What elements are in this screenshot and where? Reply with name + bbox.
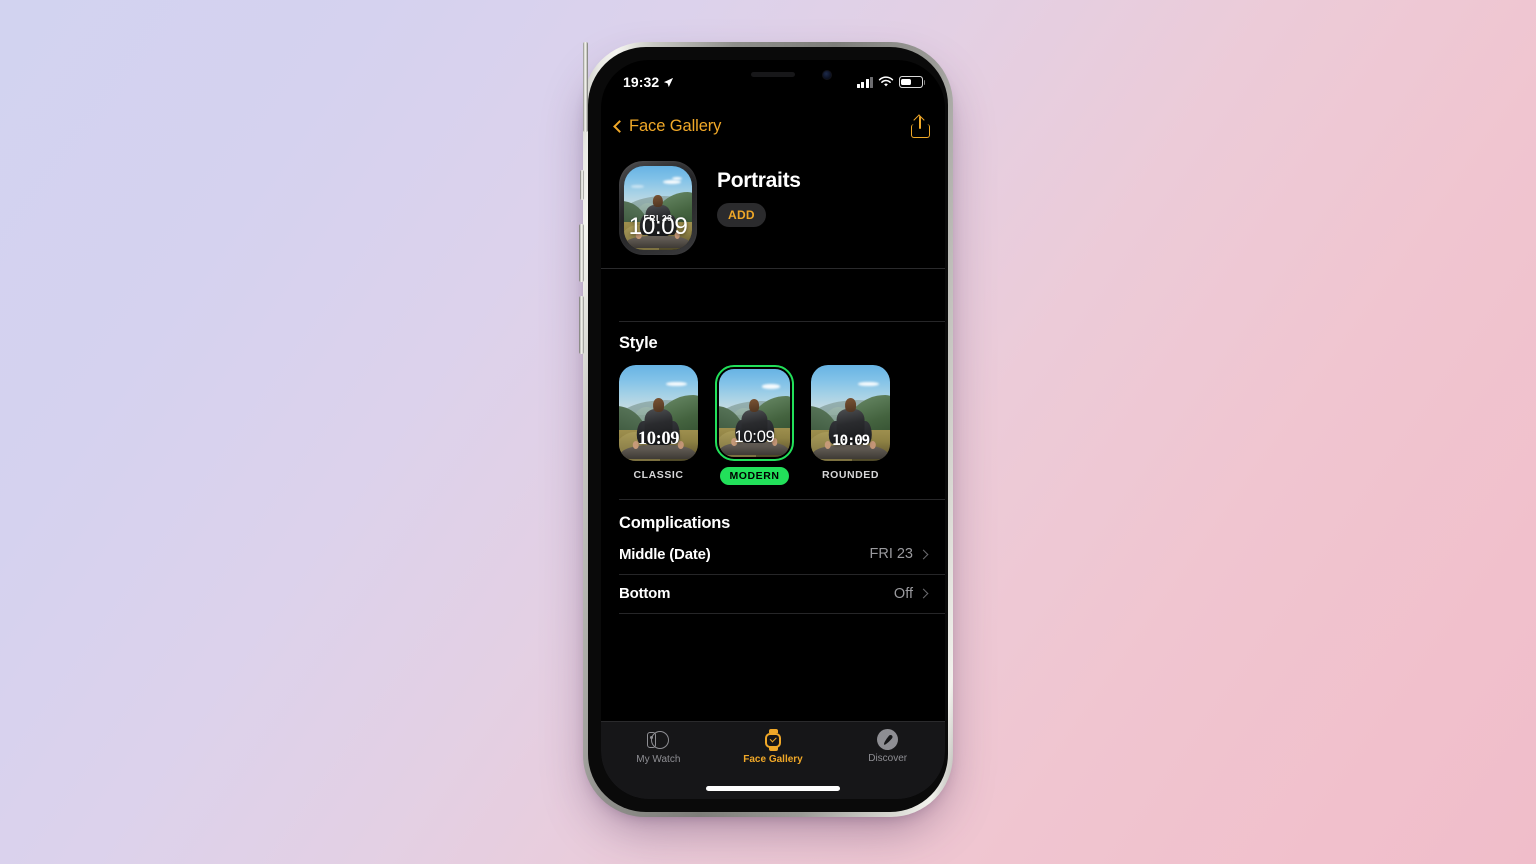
page-title: Portraits (717, 169, 801, 192)
style-thumb-rounded: 10:09 (811, 365, 890, 462)
complication-row-middle[interactable]: Middle (Date) FRI 23 (601, 535, 945, 574)
complication-value: FRI 23 (869, 546, 913, 563)
compass-icon (877, 729, 899, 750)
chevron-left-icon (613, 119, 626, 133)
style-section-title: Style (619, 334, 658, 353)
complications-section-title: Complications (619, 513, 731, 532)
style-option-rounded[interactable]: 10:09 ROUNDED (811, 365, 890, 485)
tab-discover[interactable]: Discover (830, 729, 945, 764)
status-time: 19:32 (623, 74, 660, 90)
watch-face-icon (762, 729, 784, 751)
status-bar-right (856, 76, 926, 88)
home-indicator[interactable] (706, 786, 840, 791)
back-button[interactable]: Face Gallery (613, 116, 722, 136)
watch-preview[interactable]: FRI 23 10:09 (619, 161, 697, 255)
tab-label: Face Gallery (743, 754, 803, 765)
style-option-classic[interactable]: 10:09 CLASSIC (619, 365, 698, 485)
style-thumb-time: 10:09 (637, 429, 680, 450)
watch-preview-screen: FRI 23 10:09 (624, 166, 692, 250)
watch-side-icon (647, 729, 670, 751)
volume-down-button[interactable] (579, 296, 584, 354)
complication-label: Middle (Date) (619, 545, 711, 563)
device-bezel: 19:32 Face Gallery FRI 23 10:09 Portrait… (588, 47, 948, 812)
face-hero: FRI 23 10:09 Portraits ADD (601, 148, 945, 255)
cellular-bars-icon (856, 76, 873, 88)
face-info: Portraits ADD (717, 161, 801, 255)
style-thumb-time: 10:09 (832, 433, 870, 450)
battery-icon (899, 76, 926, 88)
share-icon[interactable] (910, 114, 931, 138)
tab-label: Discover (868, 753, 908, 764)
style-label-rounded: ROUNDED (822, 469, 879, 482)
complication-value: Off (893, 585, 913, 602)
tab-my-watch[interactable]: My Watch (601, 729, 716, 765)
chevron-right-icon (918, 549, 929, 560)
divider (619, 613, 945, 614)
tab-face-gallery[interactable]: Face Gallery (716, 729, 831, 765)
front-camera-icon (822, 70, 832, 80)
complications-section: Complications Middle (Date) FRI 23 Botto… (601, 500, 945, 614)
iphone-device: 19:32 Face Gallery FRI 23 10:09 Portrait… (579, 42, 953, 817)
chevron-right-icon (918, 588, 929, 599)
device-frame: 19:32 Face Gallery FRI 23 10:09 Portrait… (579, 42, 953, 817)
wifi-icon (878, 76, 894, 87)
style-label-classic: CLASSIC (633, 469, 684, 482)
add-button[interactable]: ADD (717, 203, 766, 227)
complication-label: Bottom (619, 585, 671, 603)
notch (694, 60, 852, 91)
back-button-label: Face Gallery (629, 116, 722, 135)
watch-time: 10:09 (628, 212, 688, 240)
earpiece-speaker (751, 72, 795, 77)
location-arrow-icon (664, 77, 674, 87)
phone-screen: 19:32 Face Gallery FRI 23 10:09 Portrait… (601, 60, 945, 799)
silent-switch-button[interactable] (580, 170, 584, 200)
style-option-modern[interactable]: 10:09 MODERN (715, 365, 794, 486)
style-thumb-time: 10:09 (734, 428, 775, 447)
style-thumb-modern: 10:09 (719, 369, 790, 458)
style-options: 10:09 CLASSIC 10:09 MODERN 10:09 ROUNDED (601, 353, 945, 486)
style-thumb-classic: 10:09 (619, 365, 698, 462)
style-label-modern: MODERN (719, 467, 790, 486)
content-area: FRI 23 10:09 Portraits ADD Style 10:09 C… (601, 148, 945, 799)
status-bar-left: 19:32 (623, 74, 674, 90)
complication-row-bottom[interactable]: Bottom Off (601, 574, 945, 613)
tab-label: My Watch (636, 754, 681, 765)
navigation-bar: Face Gallery (601, 104, 945, 148)
volume-up-button[interactable] (579, 224, 584, 282)
